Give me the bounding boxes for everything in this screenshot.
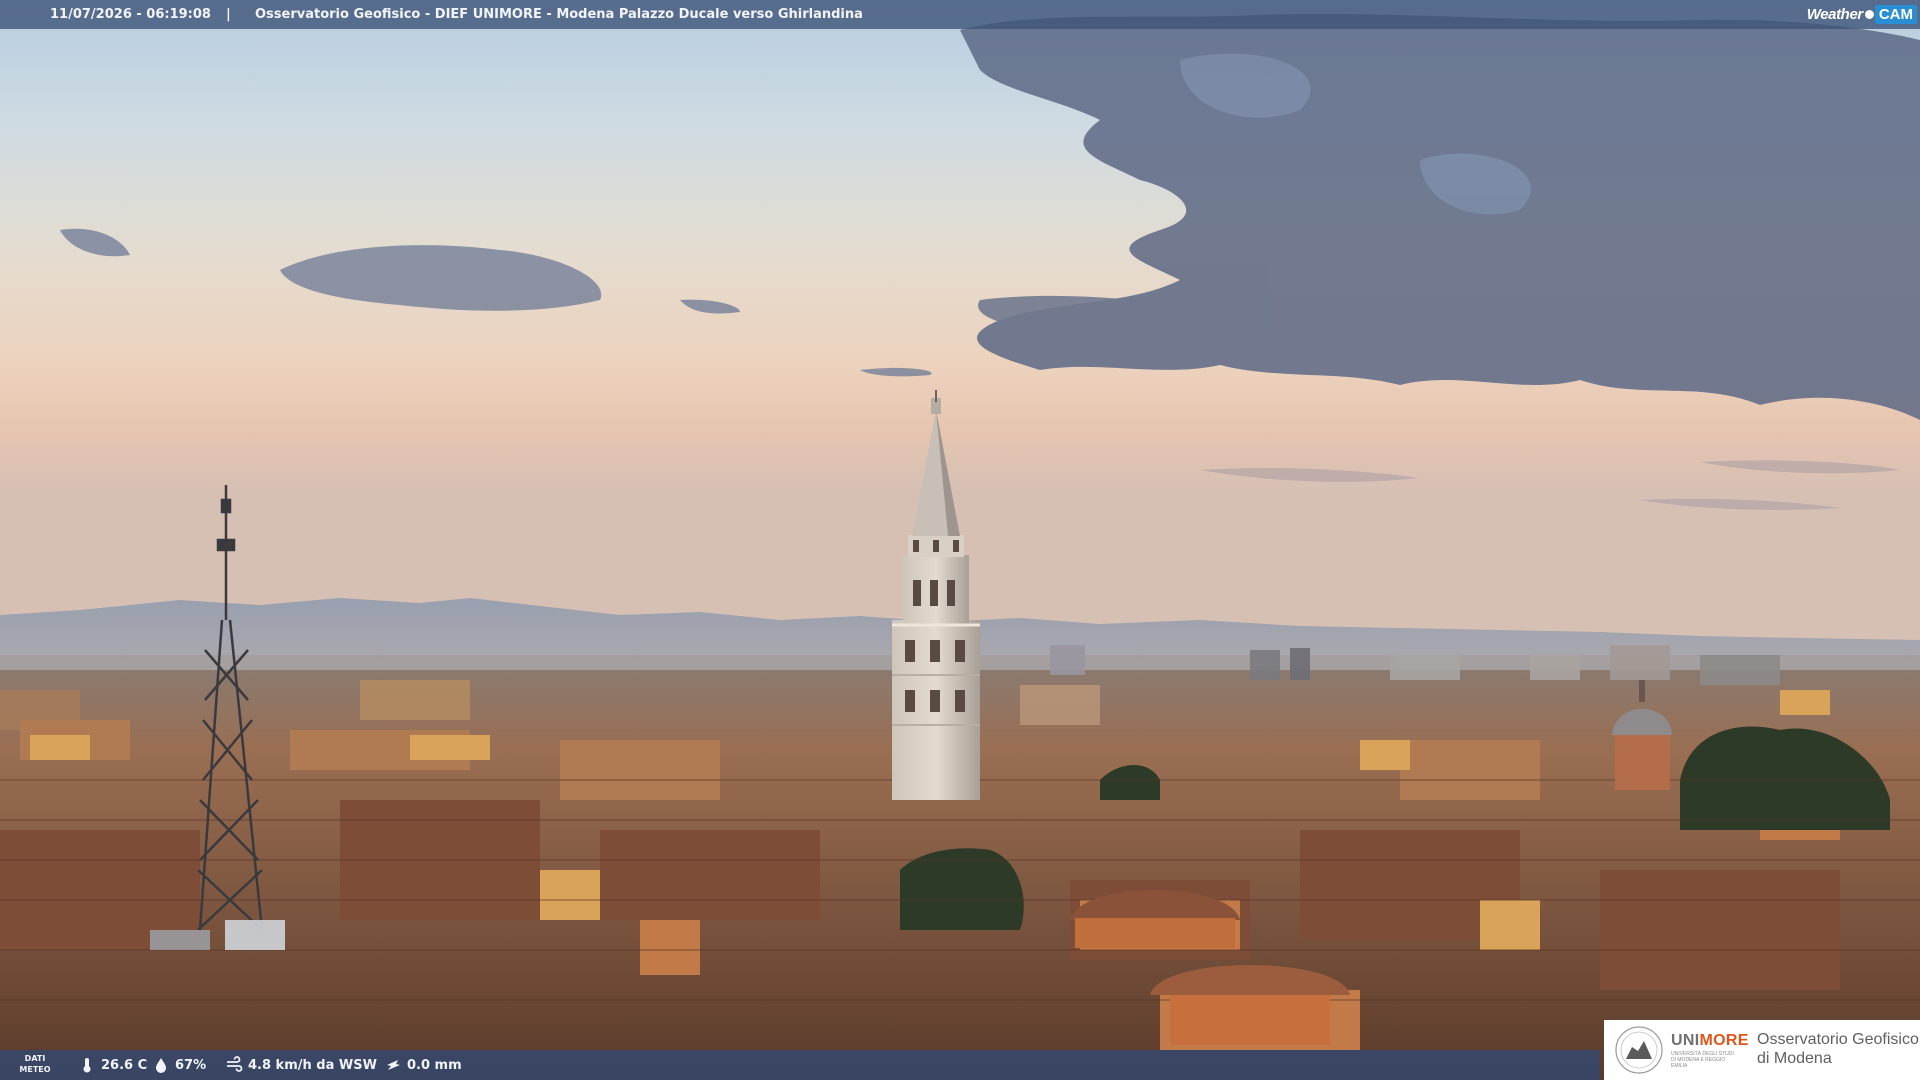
weather-data-bar: DATI METEO 26.6 C 67% 4.8 km/h da WSW 0.… <box>0 1050 1600 1080</box>
header-overlay: 11/07/2026 - 06:19:08 | Osservatorio Geo… <box>0 0 1920 29</box>
webcam-image <box>0 0 1920 1080</box>
unimore-wordmark: UNIMORE <box>1671 1032 1749 1050</box>
uni-text: UNI <box>1671 1032 1700 1049</box>
temperature-reading: 26.6 C <box>78 1050 147 1080</box>
university-subtitle: UNIVERSITÀ DEGLI STUDI DI MODENA E REGGI… <box>1671 1051 1734 1069</box>
dati-label: DATI <box>24 1054 46 1063</box>
weathercam-logo: Weather CAM <box>1807 2 1917 26</box>
location-title: Osservatorio Geofisico - DIEF UNIMORE - … <box>255 7 863 22</box>
observatory-line1: Osservatorio Geofisico <box>1757 1031 1919 1048</box>
rain-reading: 0.0 mm <box>384 1050 462 1080</box>
weathercam-dot-icon <box>1864 9 1874 19</box>
humidity-reading: 67% <box>152 1050 206 1080</box>
observatory-name: Osservatorio Geofisico di Modena <box>1757 1030 1919 1068</box>
unimore-logo-panel: UNIMORE UNIVERSITÀ DEGLI STUDI DI MODENA… <box>1604 1020 1920 1080</box>
temperature-value: 26.6 C <box>101 1057 148 1073</box>
wind-value: 4.8 km/h da WSW <box>248 1057 377 1073</box>
rain-value: 0.0 mm <box>407 1057 462 1073</box>
separator: | <box>226 7 231 22</box>
weathercam-cam: CAM <box>1874 4 1917 24</box>
rain-gauge-icon <box>387 1060 400 1070</box>
timestamp: 11/07/2026 - 06:19:08 <box>50 7 211 22</box>
weathercam-word: Weather <box>1806 5 1864 23</box>
unimore-seal-icon <box>1615 1026 1663 1074</box>
dati-meteo-label: DATI METEO <box>16 1053 54 1075</box>
meteo-label: METEO <box>19 1065 51 1074</box>
thermometer-icon <box>83 1058 91 1073</box>
humidity-value: 67% <box>175 1057 207 1073</box>
humidity-drop-icon <box>156 1058 166 1073</box>
wind-reading: 4.8 km/h da WSW <box>225 1050 377 1080</box>
observatory-line2: di Modena <box>1757 1050 1832 1067</box>
wind-icon <box>227 1056 243 1072</box>
more-text: MORE <box>1699 1032 1749 1049</box>
